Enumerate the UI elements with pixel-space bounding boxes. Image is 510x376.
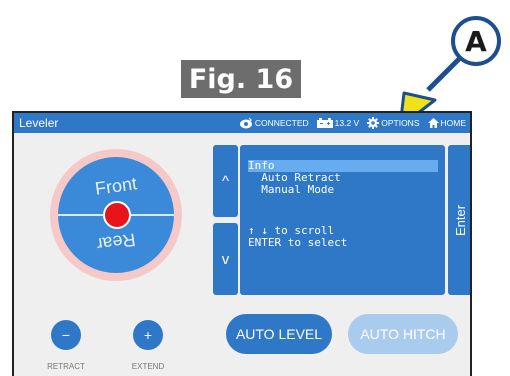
home-icon (427, 118, 439, 128)
menu-hint-select: ENTER to select (248, 236, 348, 249)
level-dial-face: Front Rear (58, 157, 174, 273)
chevron-down-icon: v (221, 250, 230, 268)
auto-hitch-button[interactable]: AUTO HITCH (348, 314, 458, 354)
level-dial: Front Rear (50, 149, 182, 281)
connection-status: CONNECTED (239, 117, 309, 129)
scroll-down-button[interactable]: v (213, 223, 238, 295)
extend-label: EXTEND (131, 362, 165, 371)
menu-item-manual-mode[interactable]: Manual Mode (248, 184, 438, 196)
home-label: HOME (440, 118, 467, 128)
app-title: Leveler (19, 116, 59, 130)
retract-button[interactable]: − (51, 320, 81, 350)
options-button[interactable]: OPTIONS (367, 117, 420, 129)
plus-icon: + (143, 327, 153, 343)
scroll-up-button[interactable]: ^ (213, 145, 238, 217)
leveler-screen: Leveler CONNECTED 13.2 V OPTIONS HOME Fr… (12, 111, 472, 376)
battery-icon (316, 118, 333, 128)
battery-status: 13.2 V (316, 118, 360, 128)
dial-front-label: Front (93, 173, 139, 199)
bluetooth-connected-icon (239, 117, 253, 129)
level-bubble-indicator (103, 201, 131, 229)
enter-button[interactable]: Enter (448, 145, 470, 295)
gear-icon (367, 117, 380, 129)
menu-hint: ↑ ↓ to scroll ENTER to select (248, 225, 347, 249)
figure-label: Fig. 16 (181, 60, 301, 98)
retract-label: RETRACT (47, 362, 85, 371)
enter-label: Enter (453, 204, 469, 236)
extend-button[interactable]: + (133, 320, 163, 350)
voltage-label: 13.2 V (334, 118, 360, 128)
auto-level-button[interactable]: AUTO LEVEL (226, 314, 332, 354)
chevron-up-icon: ^ (221, 172, 230, 190)
status-area: CONNECTED 13.2 V OPTIONS HOME (235, 117, 466, 129)
auto-level-label: AUTO LEVEL (235, 326, 323, 342)
top-bar: Leveler CONNECTED 13.2 V OPTIONS HOME (14, 113, 470, 133)
auto-hitch-label: AUTO HITCH (360, 326, 446, 342)
menu-list: Info Auto Retract Manual Mode (248, 160, 438, 196)
options-label: OPTIONS (381, 118, 420, 128)
home-button[interactable]: HOME (427, 118, 467, 128)
callout-badge: A (451, 16, 501, 66)
connection-label: CONNECTED (254, 118, 309, 128)
menu-panel: Info Auto Retract Manual Mode ↑ ↓ to scr… (240, 145, 445, 295)
minus-icon: − (61, 327, 71, 343)
